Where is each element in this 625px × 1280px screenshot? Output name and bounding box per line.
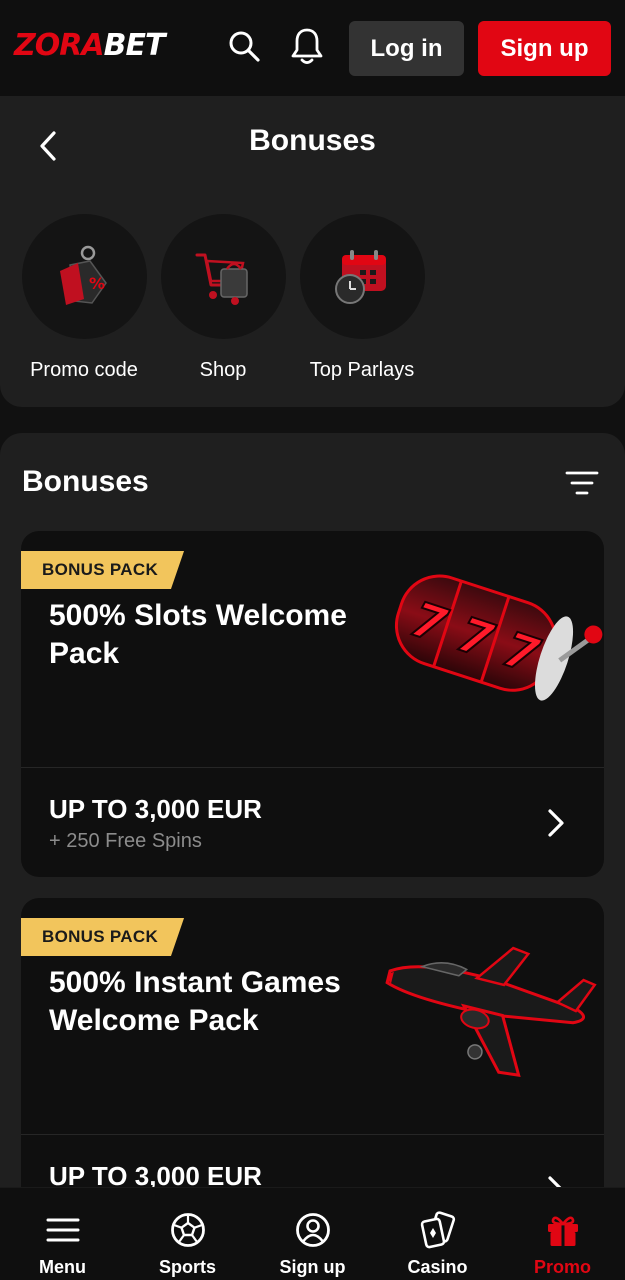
page-title: Bonuses: [249, 124, 376, 157]
calendar-clock-icon: [335, 249, 386, 304]
bonus-card-footer: UP TO 3,000 EUR + 250 Free Spins: [21, 768, 604, 877]
nav-label: Casino: [407, 1257, 468, 1277]
signup-button[interactable]: Sign up: [478, 21, 611, 76]
login-button[interactable]: Log in: [349, 21, 464, 76]
category-top-parlays[interactable]: Top Parlays: [292, 214, 432, 382]
bottom-navigation: Menu Sports Sign up Casino Promo: [0, 1187, 625, 1280]
nav-label: Sports: [158, 1257, 216, 1277]
nav-item-promo[interactable]: Promo: [500, 1188, 625, 1280]
category-label: Shop: [199, 359, 247, 381]
nav-label: Sign up: [279, 1257, 346, 1277]
chevron-right-icon[interactable]: [544, 806, 568, 840]
promo-code-circle: %: [21, 214, 147, 339]
user-icon: [293, 1210, 333, 1250]
top-parlays-circle: [299, 214, 425, 339]
bonus-card-title: 500% Slots Welcome Pack: [49, 599, 347, 670]
slot-machine-777-icon: 7 7 7: [394, 574, 603, 701]
bonus-card-header: 7 7 7 BONUS PACK 500% Slots Welcome Pack: [21, 531, 604, 767]
logo-part-2: BET: [103, 27, 166, 63]
price-tag-icon: %: [60, 245, 107, 305]
bonus-card-header: BONUS PACK 500% Instant Games Welcome Pa…: [21, 898, 604, 1134]
bonus-extra: + 250 Free Spins: [49, 830, 202, 852]
gift-icon: [543, 1210, 583, 1250]
logo-part-1: ZORA: [14, 27, 105, 63]
category-shop[interactable]: Shop: [153, 214, 293, 382]
playing-cards-icon: [418, 1210, 458, 1250]
category-label: Promo code: [30, 359, 138, 381]
hamburger-icon: [43, 1210, 83, 1250]
nav-item-menu[interactable]: Menu: [0, 1188, 125, 1280]
zorabet-logo[interactable]: ZORA BET: [14, 27, 166, 63]
bonuses-panel: Bonuses 7 7 7 BONUS PACK 500% Slots Welc…: [0, 433, 625, 1280]
soccer-ball-icon: [168, 1210, 208, 1250]
bonus-pack-badge: BONUS PACK: [21, 551, 185, 589]
category-label: Top Parlays: [309, 359, 415, 381]
search-icon[interactable]: [224, 26, 264, 66]
nav-label: Promo: [533, 1257, 591, 1277]
shop-circle: [160, 214, 286, 339]
svg-text:%: %: [89, 274, 105, 293]
quick-links-panel: Bonuses % Promo code Shop Top Parlays: [0, 96, 625, 407]
bonus-card-slots[interactable]: 7 7 7 BONUS PACK 500% Slots Welcome Pack…: [21, 531, 604, 877]
filter-icon: [565, 471, 599, 495]
nav-label: Menu: [39, 1257, 86, 1277]
category-promo-code[interactable]: % Promo code: [14, 214, 154, 382]
nav-item-signup[interactable]: Sign up: [250, 1188, 375, 1280]
nav-item-sports[interactable]: Sports: [125, 1188, 250, 1280]
bonus-pack-badge: BONUS PACK: [21, 918, 185, 956]
top-header: ZORA BET Log in Sign up: [0, 0, 625, 96]
section-title: Bonuses: [22, 465, 149, 498]
bell-icon[interactable]: [287, 26, 327, 66]
nav-item-casino[interactable]: Casino: [375, 1188, 500, 1280]
filter-button[interactable]: [562, 465, 602, 501]
bonus-card-title: 500% Instant Games Welcome Pack: [49, 966, 341, 1037]
airplane-icon: [385, 946, 597, 1077]
shopping-cart-icon: [195, 253, 248, 305]
bonus-amount: UP TO 3,000 EUR: [49, 794, 262, 824]
